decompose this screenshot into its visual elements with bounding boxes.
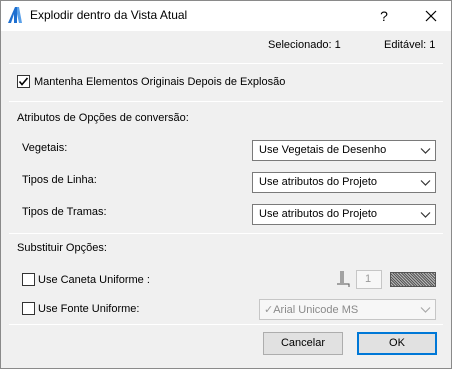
uniform-pen-label[interactable]: Use Caneta Uniforme :	[38, 274, 150, 286]
divider	[9, 63, 443, 64]
vegetation-select[interactable]: Use Vegetais de Desenho	[252, 140, 436, 161]
keep-originals-label[interactable]: Mantenha Elementos Originais Depois de E…	[34, 76, 285, 88]
pen-color-swatch[interactable]	[390, 272, 436, 287]
divider	[9, 101, 443, 102]
font-select-value: Arial Unicode MS	[273, 304, 359, 316]
font-select-content: ✓Arial Unicode MS	[264, 303, 358, 316]
divider	[9, 233, 443, 234]
explode-dialog: Explodir dentro da Vista Atual ? Selecio…	[0, 0, 452, 369]
uniform-pen-checkbox[interactable]	[22, 273, 35, 286]
line-types-select[interactable]: Use atributos do Projeto	[252, 172, 436, 193]
line-types-label: Tipos de Linha:	[22, 174, 97, 186]
conversion-heading: Atributos de Opções de conversão:	[17, 112, 189, 124]
override-heading: Substituir Opções:	[17, 242, 107, 254]
chevron-down-icon	[420, 180, 431, 186]
fill-types-select-value: Use atributos do Projeto	[259, 208, 378, 220]
selected-count: Selecionado: 1	[268, 39, 341, 51]
pen-icon	[337, 271, 350, 287]
chevron-down-icon	[420, 148, 431, 154]
checkmark-icon	[18, 77, 29, 86]
archicad-app-icon	[8, 7, 22, 23]
help-button[interactable]: ?	[367, 1, 401, 31]
title-bar: Explodir dentro da Vista Atual ?	[1, 1, 451, 31]
close-icon	[425, 10, 437, 22]
vegetation-select-value: Use Vegetais de Desenho	[259, 144, 387, 156]
editable-count: Editável: 1	[384, 39, 436, 51]
uniform-font-label[interactable]: Use Fonte Uniforme:	[38, 303, 139, 315]
font-select[interactable]: ✓Arial Unicode MS	[259, 299, 436, 320]
line-types-select-value: Use atributos do Projeto	[259, 176, 378, 188]
fills-vegetation-label: Vegetais:	[22, 142, 68, 154]
fill-types-label: Tipos de Tramas:	[22, 206, 107, 218]
chevron-down-icon	[420, 212, 431, 218]
cancel-button[interactable]: Cancelar	[263, 332, 343, 355]
close-button[interactable]	[411, 1, 451, 31]
divider	[9, 324, 443, 325]
window-title: Explodir dentro da Vista Atual	[30, 8, 188, 22]
uniform-font-checkbox[interactable]	[22, 302, 35, 315]
fill-types-select[interactable]: Use atributos do Projeto	[252, 204, 436, 225]
check-icon: ✓	[264, 304, 274, 316]
pen-number-field[interactable]: 1	[356, 270, 382, 289]
ok-button[interactable]: OK	[357, 332, 437, 355]
keep-originals-checkbox[interactable]	[17, 75, 30, 88]
chevron-down-icon	[420, 307, 431, 313]
